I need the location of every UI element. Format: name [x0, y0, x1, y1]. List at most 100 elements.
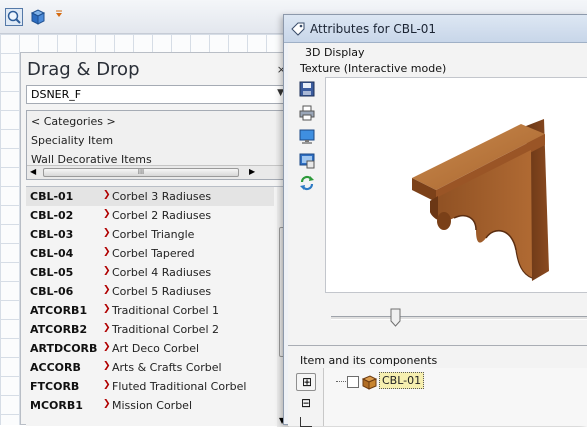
list-item[interactable]: CBL-05 ❯ Corbel 4 Radiuses [26, 263, 274, 282]
item-name: Corbel Tapered [112, 247, 195, 260]
catalog-select[interactable]: DSNER_F ▼ [26, 85, 287, 104]
print-button[interactable] [298, 104, 318, 124]
dropdown-arrow-icon [56, 10, 62, 17]
texture-slider-thumb[interactable] [390, 308, 401, 327]
item-arrow-icon: ❯ [103, 399, 111, 409]
item-arrow-icon: ❯ [103, 361, 111, 371]
item-arrow-icon: ❯ [103, 323, 111, 333]
item-name: Corbel 5 Radiuses [112, 285, 212, 298]
snapshot-icon [299, 153, 315, 169]
item-code: ACCORB [30, 361, 81, 374]
drag-drop-panel: Drag & Drop × DSNER_F ▼ < Categories > S… [20, 52, 289, 427]
item-name: Traditional Corbel 2 [112, 323, 220, 336]
item-code: CBL-03 [30, 228, 74, 241]
item-name: Corbel 4 Radiuses [112, 266, 212, 279]
list-item[interactable]: CBL-03 ❯ Corbel Triangle [26, 225, 274, 244]
item-name: Arts & Crafts Corbel [112, 361, 222, 374]
scroll-right-icon[interactable]: ▶ [249, 167, 255, 176]
monitor-icon [299, 129, 315, 144]
list-item[interactable]: ATCORB2 ❯ Traditional Corbel 2 [26, 320, 274, 339]
refresh-button[interactable] [298, 174, 318, 194]
list-item[interactable]: MCORB1 ❯ Mission Corbel [26, 396, 274, 415]
components-tree[interactable]: CBL-01 [323, 368, 587, 426]
refresh-icon [300, 175, 314, 191]
item-list[interactable]: CBL-01 ❯ Corbel 3 Radiuses CBL-02 ❯ Corbel 2 … [26, 186, 289, 427]
snapshot-button[interactable] [298, 152, 318, 172]
print-icon [299, 105, 315, 121]
plus-icon: ⊞ [302, 375, 313, 389]
3d-viewport[interactable] [325, 77, 587, 293]
panel-title: Drag & Drop [27, 59, 140, 80]
display-tab-label[interactable]: 3D Display [305, 46, 365, 59]
item-arrow-icon: ❯ [103, 266, 111, 276]
save-button[interactable] [298, 80, 318, 100]
tree-node-label[interactable]: CBL-01 [379, 372, 425, 389]
item-code: ATCORB2 [30, 323, 88, 336]
category-horizontal-scrollbar[interactable]: ◀ III ▶ [27, 165, 286, 179]
item-arrow-icon: ❯ [103, 285, 111, 295]
components-label: Item and its components [300, 354, 438, 367]
window-titlebar[interactable]: Attributes for CBL-01 [284, 15, 587, 43]
cube-icon [30, 9, 46, 25]
window-title: Attributes for CBL-01 [310, 22, 437, 36]
catalog-select-value: DSNER_F [31, 88, 82, 101]
item-name: Corbel 3 Radiuses [112, 190, 212, 203]
attributes-body: 3D Display Texture (Interactive mode) It… [288, 43, 587, 427]
texture-mode-label: Texture (Interactive mode) [300, 62, 447, 75]
category-item[interactable]: < Categories > [31, 115, 116, 128]
viewport-toolbar [298, 80, 322, 200]
monitor-button[interactable] [298, 128, 318, 148]
item-code: ATCORB1 [30, 304, 88, 317]
item-name: Corbel Triangle [112, 228, 195, 241]
list-item[interactable]: CBL-06 ❯ Corbel 5 Radiuses [26, 282, 274, 301]
tree-node-checkbox[interactable] [347, 376, 359, 388]
3d-view-button[interactable] [26, 5, 48, 27]
item-box-icon [361, 375, 377, 390]
item-code: FTCORB [30, 380, 80, 393]
item-arrow-icon: ❯ [103, 209, 111, 219]
item-code: MCORB1 [30, 399, 83, 412]
collapse-button[interactable]: ⊟ [296, 395, 316, 413]
item-arrow-icon: ❯ [103, 304, 111, 314]
item-code: ARTDCORB [30, 342, 98, 355]
item-name: Traditional Corbel 1 [112, 304, 220, 317]
zoom-icon [5, 8, 23, 26]
list-item[interactable]: ARTDCORB ❯ Art Deco Corbel [26, 339, 274, 358]
tree-toolbar: ⊞ ⊟ [296, 370, 320, 427]
tree-structure-icon[interactable] [300, 417, 312, 427]
list-item[interactable]: ACCORB ❯ Arts & Crafts Corbel [26, 358, 274, 377]
list-item[interactable]: FTCORB ❯ Fluted Traditional Corbel [26, 377, 274, 396]
item-arrow-icon: ❯ [103, 342, 111, 352]
list-item[interactable]: CBL-04 ❯ Corbel Tapered [26, 244, 274, 263]
item-code: CBL-06 [30, 285, 74, 298]
item-arrow-icon: ❯ [103, 228, 111, 238]
item-name: Fluted Traditional Corbel [112, 380, 247, 393]
item-code: CBL-01 [30, 190, 74, 203]
item-code: CBL-02 [30, 209, 74, 222]
scroll-left-icon[interactable]: ◀ [30, 167, 36, 176]
category-item[interactable]: Speciality Item [31, 134, 113, 147]
attributes-window: Attributes for CBL-01 3D Display Texture… [283, 14, 587, 427]
item-code: CBL-04 [30, 247, 74, 260]
tag-icon [291, 22, 305, 36]
toolbar-dropdown-button[interactable] [52, 5, 66, 27]
category-list[interactable]: < Categories > Speciality Item Wall Deco… [26, 110, 287, 180]
item-name: Corbel 2 Radiuses [112, 209, 212, 222]
item-arrow-icon: ❯ [103, 247, 111, 257]
list-item[interactable]: CBL-01 ❯ Corbel 3 Radiuses [26, 187, 274, 206]
texture-slider-track[interactable] [331, 316, 587, 320]
corbel-3d-model [412, 119, 549, 281]
section-divider [288, 345, 587, 346]
item-arrow-icon: ❯ [103, 190, 111, 200]
expand-button[interactable]: ⊞ [296, 373, 316, 391]
item-name: Mission Corbel [112, 399, 193, 412]
item-arrow-icon: ❯ [103, 380, 111, 390]
minus-icon: ⊟ [301, 396, 312, 410]
item-code: CBL-05 [30, 266, 74, 279]
item-name: Art Deco Corbel [112, 342, 200, 355]
list-item[interactable]: ATCORB1 ❯ Traditional Corbel 1 [26, 301, 274, 320]
list-item[interactable]: CBL-02 ❯ Corbel 2 Radiuses [26, 206, 274, 225]
zoom-button[interactable] [2, 5, 24, 27]
scrollbar-thumb[interactable]: III [43, 168, 239, 177]
save-icon [299, 81, 315, 97]
